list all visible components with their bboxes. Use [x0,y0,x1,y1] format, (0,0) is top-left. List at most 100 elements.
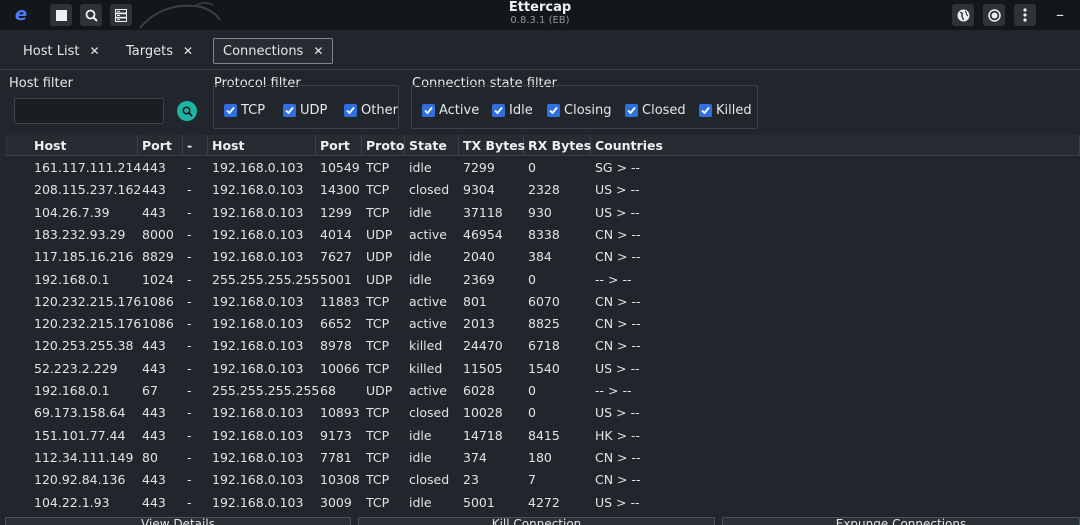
state-active-checkbox[interactable]: Active [422,103,479,118]
column-header-state[interactable]: State [405,135,459,156]
cell-rx-bytes: 0 [528,383,536,398]
cell-proto: UDP [366,249,393,265]
table-row[interactable]: 151.101.77.44 443 - 192.168.0.103 9173 TCP idl… [5,425,1080,447]
cell-host-src: 69.173.158.64 [34,405,126,421]
state-closing-checkbox[interactable]: Closing [547,103,612,118]
column-header-rx-bytes[interactable]: RX Bytes [524,135,591,156]
cell-rx-bytes: 6070 [528,293,560,309]
table-row[interactable]: 192.168.0.1 1024- 255.255.255.255 5001 UDP id… [5,269,1080,291]
table-header: Host Port - Host Port Proto State TX Bytes RX By… [5,135,1080,156]
search-button[interactable] [80,4,102,26]
cell-rx-bytes: 0 [528,160,536,175]
column-header-host-src[interactable]: Host [30,135,138,156]
cell-tx-bytes: 37118 [463,204,503,220]
cell-proto: TCP [366,360,390,376]
checkbox-checked-icon [625,104,638,117]
minimize-button[interactable]: – [1052,4,1068,26]
protocol-tcp-checkbox[interactable]: TCP [224,103,265,118]
table-row[interactable]: 120.92.84.136 443 - 192.168.0.103 10308 TCP cl… [5,469,1080,491]
cell-rx-bytes: 4272 [528,494,560,510]
close-icon[interactable]: ✕ [313,44,323,58]
cell-port-dst: 6652 [320,316,352,332]
cell-separator: - [187,182,192,198]
protocol-other-checkbox[interactable]: Other [344,103,398,118]
table-row[interactable]: 104.22.1.93 443 - 192.168.0.103 3009 TCP idle 5… [5,492,1080,514]
record-icon [987,8,1001,22]
cell-state: idle [409,427,432,443]
cell-state: closed [409,472,450,488]
cell-countries: CN > -- [595,338,641,354]
cell-host-src: 208.115.237.162 [34,182,142,198]
cell-proto: TCP [366,472,390,488]
cell-separator: - [187,383,192,398]
cell-tx-bytes: 14718 [463,427,503,443]
cell-port-src: 443 [142,204,166,220]
cell-separator: - [187,338,192,354]
search-icon [181,105,193,117]
cell-port-src: 80 [142,449,158,465]
table-row[interactable]: 192.168.0.1 67 - 255.255.255.255 68 UDP active… [5,380,1080,402]
table-row[interactable]: 52.223.2.229 443 - 192.168.0.103 10066 TCP kil… [5,358,1080,380]
cell-proto: TCP [366,405,390,421]
cell-port-dst: 10893 [320,405,360,421]
cell-countries: US > -- [595,405,640,421]
host-filter-input[interactable] [14,98,164,124]
cell-host-src: 120.92.84.136 [34,472,126,488]
cell-separator: - [187,226,192,242]
host-list-button[interactable] [110,4,132,26]
table-row[interactable]: 208.115.237.162 443 - 192.168.0.103 14300 TCP… [5,179,1080,201]
table-row[interactable]: 104.26.7.39 443 - 192.168.0.103 1299 TCP idle 3… [5,202,1080,224]
cell-rx-bytes: 6718 [528,338,560,354]
kill-connection-button[interactable]: Kill Connection [358,517,715,525]
checkbox-checked-icon [224,104,237,117]
cell-host-dst: 192.168.0.103 [212,249,304,265]
host-filter-label: Host filter [9,76,73,91]
tab-host-list[interactable]: Host List ✕ [14,38,109,64]
tab-targets[interactable]: Targets ✕ [117,38,202,64]
column-header-separator[interactable]: - [183,135,208,156]
table-row[interactable]: 161.117.111.214 443 - 192.168.0.103 10549 TCP… [5,157,1080,179]
checkbox-label: Closing [564,103,612,118]
cell-countries: -- > -- [595,271,632,287]
column-header-tx-bytes[interactable]: TX Bytes [459,135,525,156]
cell-rx-bytes: 384 [528,249,552,265]
cell-countries: CN > -- [595,249,641,265]
cell-proto: TCP [366,449,390,465]
cell-host-dst: 192.168.0.103 [212,293,304,309]
column-header-port-dst[interactable]: Port [316,135,362,156]
cell-separator: - [187,360,192,376]
cell-host-src: 183.232.93.29 [34,226,126,242]
cell-proto: TCP [366,160,390,175]
record-button[interactable] [983,4,1005,26]
checkbox-label: Closed [642,103,686,118]
table-row[interactable]: 183.232.93.29 8000- 192.168.0.103 4014 UDP ac… [5,224,1080,246]
column-header-proto[interactable]: Proto [362,135,405,156]
table-row[interactable]: 120.253.255.38 443 - 192.168.0.103 8978 TCP ki… [5,335,1080,357]
column-header-port-src[interactable]: Port [138,135,183,156]
table-row[interactable]: 112.34.111.149 80 - 192.168.0.103 7781 TCP idl… [5,447,1080,469]
table-row[interactable]: 117.185.16.216 8829- 192.168.0.103 7627 UDP i… [5,246,1080,268]
globe-button[interactable] [952,4,974,26]
state-closed-checkbox[interactable]: Closed [625,103,686,118]
protocol-udp-checkbox[interactable]: UDP [283,103,327,118]
menu-button[interactable] [1014,4,1036,26]
cell-port-src: 443 [142,338,166,354]
close-icon[interactable]: ✕ [89,44,99,58]
column-header-countries[interactable]: Countries [591,135,1080,156]
host-filter-search-button[interactable] [177,101,197,121]
table-row[interactable]: 120.232.215.176 1086- 192.168.0.103 11883 TC… [5,291,1080,313]
cell-countries: CN > -- [595,226,641,242]
cell-port-dst: 10308 [320,472,360,488]
state-killed-checkbox[interactable]: Killed [699,103,752,118]
table-row[interactable]: 120.232.215.176 1086- 192.168.0.103 6652 TCP… [5,313,1080,335]
cell-host-src: 192.168.0.1 [34,271,110,287]
close-icon[interactable]: ✕ [183,44,193,58]
tab-connections[interactable]: Connections ✕ [213,38,334,64]
expunge-connections-button[interactable]: Expunge Connections [722,517,1080,525]
state-idle-checkbox[interactable]: Idle [492,103,533,118]
column-header-host-dst[interactable]: Host [208,135,316,156]
table-row[interactable]: 69.173.158.64 443 - 192.168.0.103 10893 TCP cl… [5,402,1080,424]
cell-separator: - [187,160,192,175]
stop-sniffing-button[interactable] [50,4,72,26]
view-details-button[interactable]: View Details [5,517,351,525]
